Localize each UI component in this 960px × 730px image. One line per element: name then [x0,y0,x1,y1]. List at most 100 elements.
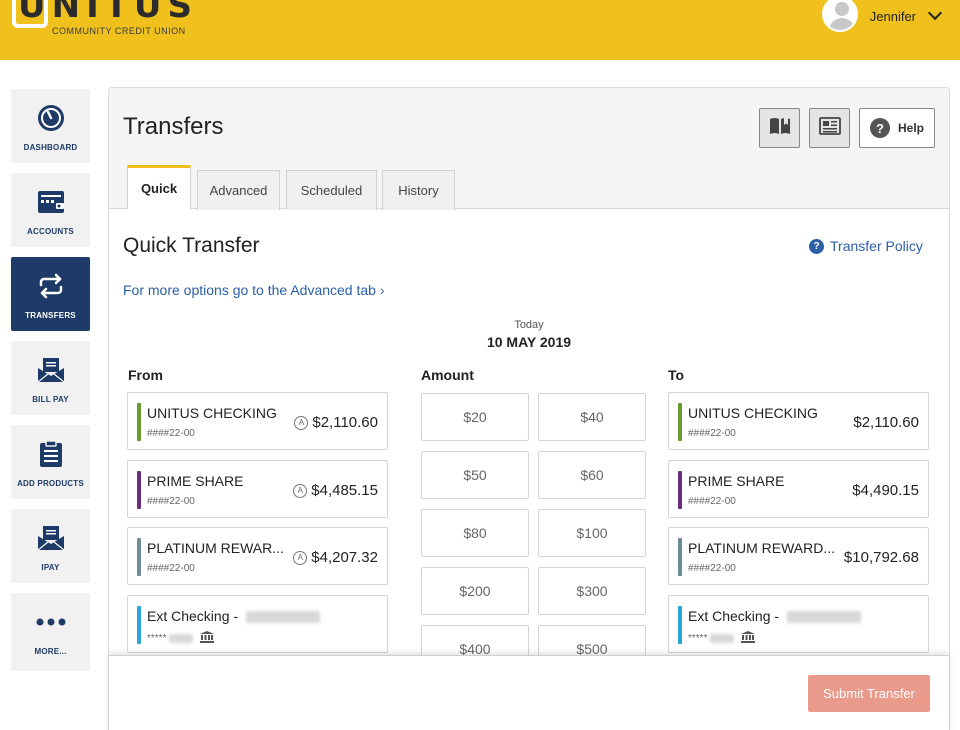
envelope-icon [36,355,66,385]
transfer-policy-link[interactable]: ? Transfer Policy [809,238,923,254]
account-balance: $2,110.60 [853,414,919,431]
submit-transfer-button[interactable]: Submit Transfer [808,675,930,712]
amount-option[interactable]: $200 [421,567,529,615]
question-icon: ? [809,238,824,254]
account-name: PRIME SHARE [147,473,244,489]
account-number: ####22-00 [688,428,736,439]
account-balance-wrap: A $4,485.15 [293,482,378,499]
account-name-wrap: Ext Checking - [688,608,861,624]
sidebar-item-add-products[interactable]: ADD PRODUCTS [11,425,90,499]
sidebar-item-label: TRANSFERS [25,311,76,320]
account-name: UNITUS CHECKING [147,405,277,421]
account-number: ####22-00 [147,563,195,574]
available-badge-icon: A [293,550,308,565]
wallet-icon [36,187,66,217]
today-label: Today [514,319,544,331]
redacted-text [245,611,320,624]
chevron-down-icon[interactable] [927,5,943,21]
advanced-tab-link[interactable]: For more options go to the Advanced tab … [123,282,385,298]
from-account-card[interactable]: UNITUS CHECKING ####22-00 A $2,110.60 [127,392,388,450]
amount-option[interactable]: $100 [538,509,646,557]
bank-icon [741,631,756,646]
account-name: PLATINUM REWAR... [147,540,284,556]
account-balance: $10,792.68 [843,549,919,566]
sidebar-item-bill-pay[interactable]: BILL PAY [11,341,90,415]
transfer-arrows-icon [36,271,66,301]
to-account-card[interactable]: UNITUS CHECKING ####22-00 $2,110.60 [668,392,929,450]
sidebar-item-ipay[interactable]: IPAY [11,509,90,583]
account-number-wrap: ***** [147,631,215,646]
redacted-text [169,634,194,643]
tab-scheduled[interactable]: Scheduled [286,170,377,210]
clipboard-icon [36,439,66,469]
account-balance: $4,207.32 [311,549,378,566]
account-name: Ext Checking - [688,608,780,624]
account-color-bar [678,606,682,644]
section-title: Quick Transfer [123,234,260,257]
tab-advanced[interactable]: Advanced [197,170,280,210]
account-color-bar [678,403,682,441]
account-name: Ext Checking - [147,608,239,624]
transfer-date: 10 MAY 2019 [486,334,572,350]
more-dots-icon [36,607,66,637]
account-balance-wrap: A $2,110.60 [294,414,378,431]
account-balance: $4,485.15 [311,482,378,499]
transfers-card: Transfers ? Help Quick Advanced Schedule… [108,87,950,730]
account-number: ####22-00 [147,428,195,439]
account-balance: $4,490.15 [852,482,919,499]
amount-option[interactable]: $80 [421,509,529,557]
gauge-icon [36,103,66,133]
amount-option[interactable]: $300 [538,567,646,615]
book-button[interactable] [759,108,800,148]
account-balance: $2,110.60 [312,414,378,431]
sidebar-item-more[interactable]: MORE... [11,593,90,671]
amount-option[interactable]: $40 [538,393,646,441]
from-account-card[interactable]: Ext Checking - ***** [127,595,388,653]
amount-option[interactable]: $60 [538,451,646,499]
amount-option[interactable]: $20 [421,393,529,441]
amount-option[interactable]: $50 [421,451,529,499]
sidebar-item-label: ADD PRODUCTS [17,479,84,488]
account-name: UNITUS CHECKING [688,405,818,421]
account-number-wrap: ***** [688,631,756,646]
sidebar-item-dashboard[interactable]: DASHBOARD [11,89,90,163]
account-name: PRIME SHARE [688,473,785,489]
page-title: Transfers [123,113,224,140]
available-badge-icon: A [294,415,309,430]
logo[interactable]: UNITUS [18,0,198,26]
envelope-icon [36,523,66,553]
sidebar-item-label: DASHBOARD [23,143,78,152]
logo-subtitle: COMMUNITY CREDIT UNION [52,26,186,36]
from-account-card[interactable]: PRIME SHARE ####22-00 A $4,485.15 [127,460,388,518]
user-menu[interactable]: Jennifer [821,0,960,32]
help-button[interactable]: ? Help [859,108,935,148]
to-heading: To [668,367,685,383]
sidebar-item-label: BILL PAY [32,395,69,404]
from-heading: From [128,367,163,383]
sidebar-item-accounts[interactable]: ACCOUNTS [11,173,90,247]
account-color-bar [137,606,141,644]
user-name[interactable]: Jennifer [870,9,916,24]
to-account-card[interactable]: PRIME SHARE ####22-00 $4,490.15 [668,460,929,518]
help-label: Help [897,121,924,135]
tab-history[interactable]: History [382,170,455,210]
sidebar-item-transfers[interactable]: TRANSFERS [11,257,90,331]
to-account-card[interactable]: Ext Checking - ***** [668,595,929,653]
account-color-bar [678,538,682,576]
book-icon [769,117,791,140]
statement-button[interactable] [809,108,850,148]
sidebar-item-label: IPAY [41,563,60,572]
app-header: UNITUS COMMUNITY CREDIT UNION Jennifer [0,0,960,60]
from-account-card[interactable]: PLATINUM REWAR... ####22-00 A $4,207.32 [127,527,388,585]
sidebar-item-label: ACCOUNTS [27,227,74,236]
account-balance-wrap: A $4,207.32 [293,549,378,566]
available-badge-icon: A [293,483,308,498]
avatar[interactable] [821,0,858,32]
account-color-bar [137,538,141,576]
to-account-card[interactable]: PLATINUM REWARD... ####22-00 $10,792.68 [668,527,929,585]
redacted-text [786,611,861,624]
newspaper-icon [818,116,841,140]
account-color-bar [678,471,682,509]
tab-quick[interactable]: Quick [127,165,191,209]
account-color-bar [137,403,141,441]
